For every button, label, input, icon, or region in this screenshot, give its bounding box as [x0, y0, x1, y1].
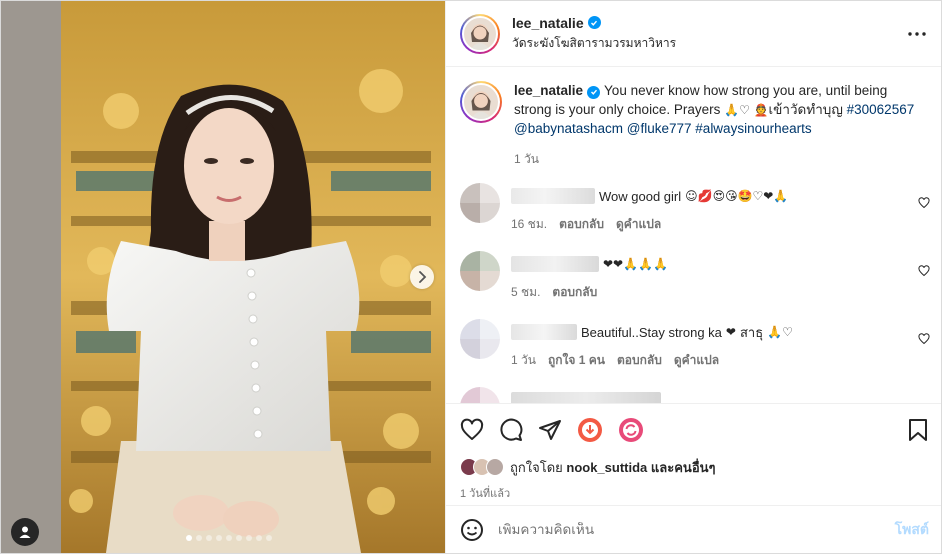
- caption-username[interactable]: lee_natalie: [514, 83, 583, 98]
- comment-avatar[interactable]: [460, 251, 500, 291]
- comment-like-heart-icon[interactable]: [918, 197, 930, 209]
- reply-button[interactable]: ตอบกลับ: [552, 283, 597, 302]
- caption-author-avatar[interactable]: [460, 81, 502, 123]
- share-icon: [539, 419, 561, 440]
- comment-text: Beautiful..Stay strong ka: [581, 324, 722, 340]
- repost-circle-icon: [619, 417, 643, 442]
- carousel-dot: [196, 535, 202, 541]
- praying-hands-emoji: 🙏: [724, 103, 740, 117]
- monk-emoji: 👲: [753, 103, 769, 117]
- post-header: lee_natalie วัดระฆังโฆสิตารามวรมหาวิหาร: [446, 1, 941, 67]
- emoji-icon: [461, 518, 483, 541]
- carousel-dot: [246, 535, 252, 541]
- likes-prefix: ถูกใจโดย: [510, 459, 563, 475]
- like-button[interactable]: [460, 418, 484, 442]
- comment-age: 1 วัน: [511, 353, 536, 367]
- comment-age: 5 ชม.: [511, 285, 541, 299]
- see-translation-button[interactable]: ดูคำแปล: [674, 351, 719, 370]
- next-arrow-icon: [419, 271, 427, 283]
- see-translation-button[interactable]: ดูคำแปล: [616, 215, 661, 234]
- download-extension-button[interactable]: [577, 417, 603, 443]
- heart-emoji: ❤: [725, 325, 736, 339]
- comment-item-partial: [446, 387, 941, 403]
- post-photo: [1, 1, 445, 553]
- post-timestamp[interactable]: 1 วันที่แล้ว: [446, 479, 941, 505]
- liker-username[interactable]: nook_suttida: [566, 460, 647, 475]
- post-side-panel: lee_natalie วัดระฆังโฆสิตารามวรมหาวิหาร: [445, 1, 941, 553]
- mention-link[interactable]: @fluke777: [627, 121, 692, 136]
- post-location[interactable]: วัดระฆังโฆสิตารามวรมหาวิหาร: [512, 34, 905, 53]
- verified-badge-icon: [587, 16, 601, 29]
- comment-avatar[interactable]: [460, 319, 500, 359]
- share-button[interactable]: [538, 418, 562, 442]
- comment-avatar[interactable]: [460, 387, 500, 403]
- comment-input[interactable]: [498, 522, 895, 537]
- comment-icon: [500, 418, 523, 441]
- reply-button[interactable]: ตอบกลับ: [617, 351, 662, 370]
- more-options-button[interactable]: [905, 22, 929, 46]
- carousel-dot: [206, 535, 212, 541]
- post-comment-button[interactable]: โพสต์: [895, 519, 929, 541]
- carousel-dot: [256, 535, 262, 541]
- white-heart-emoji: ♡: [739, 103, 750, 117]
- comment-text: Wow good girl: [599, 188, 682, 204]
- hashtag-link[interactable]: #alwaysinourhearts: [695, 121, 811, 136]
- comment-item: Beautiful..Stay strong ka ❤ สาธุ 🙏♡ 1 วั…: [446, 319, 941, 387]
- more-options-icon: [908, 31, 926, 36]
- carousel-dot: [236, 535, 242, 541]
- comment-like-heart-icon[interactable]: [918, 265, 930, 277]
- liker-avatars[interactable]: [460, 458, 504, 476]
- comment-likes-count[interactable]: ถูกใจ 1 คน: [548, 351, 605, 370]
- post-action-bar: [446, 403, 941, 455]
- carousel-dot: [216, 535, 222, 541]
- reply-button[interactable]: ตอบกลับ: [559, 215, 604, 234]
- comment-username-blurred[interactable]: [511, 256, 599, 272]
- comment-age: 16 ชม.: [511, 217, 548, 231]
- carousel-dot: [226, 535, 232, 541]
- author-username[interactable]: lee_natalie: [512, 15, 601, 31]
- comment-button[interactable]: [499, 418, 523, 442]
- comment-avatar[interactable]: [460, 183, 500, 223]
- author-avatar[interactable]: [460, 13, 500, 54]
- comments-scroll-area[interactable]: lee_natalie You never know how strong you…: [446, 67, 941, 403]
- comment-text-tail: สาธุ: [739, 324, 764, 340]
- caption-text-tail: เข้าวัดทำบุญ: [768, 102, 843, 117]
- likes-summary: ถูกใจโดย nook_suttida และคนอื่นๆ: [446, 455, 941, 479]
- add-comment-bar: โพสต์: [446, 505, 941, 553]
- verified-badge-icon: [587, 85, 601, 99]
- carousel-dot: [266, 535, 272, 541]
- heart-icon: [460, 418, 484, 440]
- tag-user-icon: [19, 526, 31, 538]
- comment-like-heart-icon[interactable]: [918, 333, 930, 345]
- repost-extension-button[interactable]: [618, 417, 644, 443]
- post-caption: lee_natalie You never know how strong you…: [446, 67, 941, 169]
- hashtag-link[interactable]: #30062567: [847, 102, 915, 117]
- comment-item: Wow good girl ☺💋😍😘🤩♡❤🙏 16 ชม. ตอบกลับ ดู…: [446, 183, 941, 251]
- save-button[interactable]: [907, 418, 929, 442]
- post-dialog: lee_natalie วัดระฆังโฆสิตารามวรมหาวิหาร: [0, 0, 942, 554]
- carousel-dot: [186, 535, 192, 541]
- save-icon: [909, 418, 927, 441]
- mention-link[interactable]: @babynatashacm: [514, 121, 623, 136]
- caption-age: 1 วัน: [514, 152, 539, 166]
- emoji-sequence: 🙏♡: [767, 325, 793, 339]
- download-circle-icon: [578, 417, 602, 442]
- comment-username-blurred[interactable]: [511, 324, 577, 340]
- emoji-sequence: ☺💋😍😘🤩♡❤🙏: [685, 189, 789, 203]
- likes-others-link[interactable]: และคนอื่นๆ: [651, 457, 716, 478]
- comment-username-blurred[interactable]: [511, 392, 661, 403]
- emoji-sequence: ❤❤🙏🙏🙏: [603, 257, 668, 271]
- post-media[interactable]: [1, 1, 445, 553]
- emoji-picker-button[interactable]: [460, 518, 484, 542]
- next-photo-button[interactable]: [410, 265, 434, 289]
- comment-item: ❤❤🙏🙏🙏 5 ชม. ตอบกลับ: [446, 251, 941, 319]
- carousel-indicator: [186, 535, 272, 541]
- comment-username-blurred[interactable]: [511, 188, 595, 204]
- tagged-users-button[interactable]: [11, 518, 39, 546]
